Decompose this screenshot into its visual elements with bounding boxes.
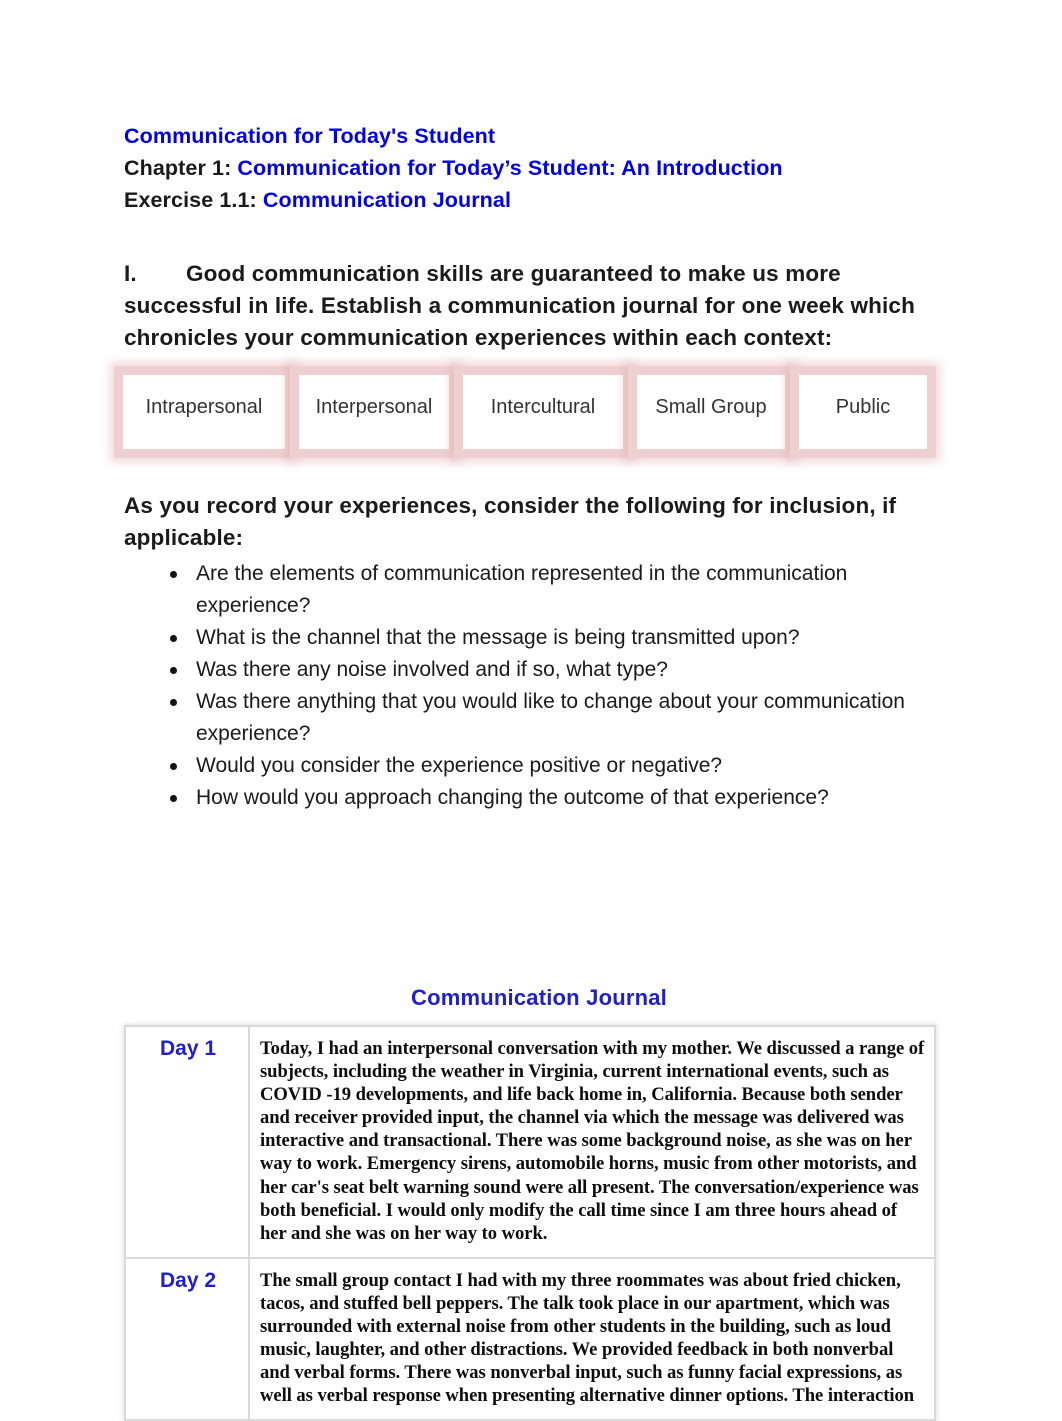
context-box-intercultural: Intercultural bbox=[454, 366, 632, 458]
list-item: Are the elements of communication repres… bbox=[162, 558, 956, 622]
context-box-public: Public bbox=[790, 366, 936, 458]
book-title: Communication for Today's Student bbox=[124, 124, 496, 148]
day-label: Day 1 bbox=[159, 1037, 217, 1060]
day-cell: Day 2 bbox=[124, 1256, 250, 1421]
context-boxes-row: Intrapersonal Interpersonal Intercultura… bbox=[114, 366, 940, 458]
chapter-title: Communication for Today’s Student: An In… bbox=[237, 156, 783, 180]
journal-section: Communication Journal Day 1 Today, I had… bbox=[124, 985, 944, 1421]
context-box-intrapersonal: Intrapersonal bbox=[114, 366, 294, 458]
consideration-bullet-list: Are the elements of communication repres… bbox=[124, 558, 944, 814]
header-line-exercise: Exercise 1.1: Communication Journal bbox=[124, 184, 944, 216]
prompt-numeral: I. bbox=[124, 261, 137, 286]
table-row: Day 2 The small group contact I had with… bbox=[124, 1256, 936, 1421]
consider-intro-paragraph: As you record your experiences, consider… bbox=[124, 493, 897, 550]
prompt-text: Good communication skills are guaranteed… bbox=[124, 261, 915, 350]
context-box-label: Intrapersonal bbox=[145, 396, 263, 418]
context-box-label: Intercultural bbox=[490, 396, 596, 418]
header-line-book-title: Communication for Today's Student bbox=[124, 120, 944, 152]
table-row: Day 1 Today, I had an interpersonal conv… bbox=[124, 1025, 936, 1259]
day-label: Day 2 bbox=[159, 1268, 217, 1292]
document-body: Communication for Today's Student Chapte… bbox=[114, 120, 944, 814]
day-cell: Day 1 bbox=[124, 1025, 250, 1259]
document-header: Communication for Today's Student Chapte… bbox=[124, 120, 944, 216]
exercise-prefix: Exercise 1.1: bbox=[124, 188, 263, 212]
list-item: How would you approach changing the outc… bbox=[162, 782, 956, 814]
document-page: Communication for Today's Student Chapte… bbox=[0, 0, 1062, 1421]
journal-entry-cell: Today, I had an interpersonal conversati… bbox=[248, 1025, 936, 1259]
exercise-title: Communication Journal bbox=[262, 188, 512, 212]
prompt-paragraph: I. Good communication skills are guarante… bbox=[124, 258, 924, 354]
journal-title: Communication Journal bbox=[411, 985, 667, 1010]
journal-entry-cell: The small group contact I had with my th… bbox=[248, 1256, 936, 1421]
context-box-label: Small Group bbox=[655, 396, 767, 418]
header-line-chapter: Chapter 1: Communication for Today’s Stu… bbox=[124, 152, 944, 184]
context-box-small-group: Small Group bbox=[628, 366, 794, 458]
list-item: Was there any noise involved and if so, … bbox=[162, 654, 956, 686]
chapter-prefix: Chapter 1: bbox=[124, 156, 238, 180]
context-box-interpersonal: Interpersonal bbox=[290, 366, 458, 458]
list-item: What is the channel that the message is … bbox=[162, 622, 956, 654]
list-item: Was there anything that you would like t… bbox=[162, 686, 956, 750]
list-item: Would you consider the experience positi… bbox=[162, 750, 956, 782]
journal-table: Day 1 Today, I had an interpersonal conv… bbox=[124, 1025, 936, 1421]
context-box-label: Interpersonal bbox=[315, 396, 433, 418]
context-box-label: Public bbox=[835, 396, 891, 418]
